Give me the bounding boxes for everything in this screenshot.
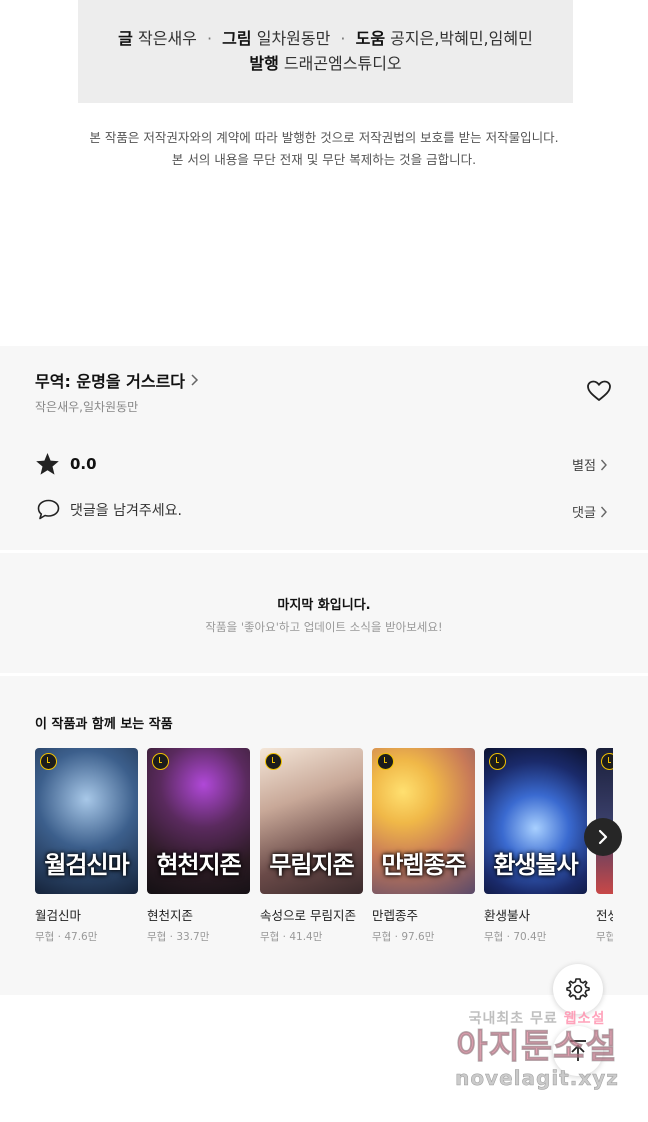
chevron-right-icon bbox=[600, 459, 607, 470]
rec-title: 만렙종주 bbox=[372, 908, 419, 923]
separator: · bbox=[206, 29, 213, 48]
cover-image[interactable]: 현천지존 bbox=[147, 748, 250, 894]
chevron-right-icon bbox=[600, 506, 607, 517]
rec-genre: 무협 bbox=[147, 931, 167, 943]
comment-link-label: 댓글 bbox=[572, 506, 596, 521]
rec-meta: 무협 bbox=[596, 929, 613, 944]
watermark-line-1-b: 웹소설 bbox=[563, 1011, 606, 1027]
work-info-section: 무역: 운명을 거스르다 작은새우,일차원동만 0.0 별점 댓글을 남겨주세요… bbox=[0, 346, 648, 550]
rec-views: 33.7만 bbox=[176, 931, 210, 943]
clock-badge-icon bbox=[377, 753, 394, 770]
comment-row[interactable]: 댓글을 남겨주세요. bbox=[36, 498, 182, 521]
rating-row: 0.0 bbox=[35, 452, 97, 476]
rec-views: 97.6만 bbox=[401, 931, 435, 943]
cover-image[interactable]: 만렙종주 bbox=[372, 748, 475, 894]
rec-title: 현천지존 bbox=[147, 908, 194, 923]
gear-icon bbox=[566, 978, 590, 1000]
rec-title: 속성으로 무림지존 bbox=[260, 908, 356, 923]
assistants: 공지은,박혜민,임혜민 bbox=[390, 29, 533, 48]
art-label: 그림 bbox=[222, 29, 252, 48]
rec-title: 월검신마 bbox=[35, 908, 82, 923]
rec-views: 41.4만 bbox=[289, 931, 323, 943]
assist-label: 도움 bbox=[355, 29, 386, 48]
cover-title: 현천지존 bbox=[156, 850, 241, 879]
rec-title: 전생 bbox=[596, 908, 613, 923]
work-authors: 작은새우,일차원동만 bbox=[35, 400, 139, 414]
rec-title: 환생불사 bbox=[484, 908, 531, 923]
rec-meta: 무협 · 70.4만 bbox=[484, 931, 547, 943]
comment-link[interactable]: 댓글 bbox=[572, 502, 608, 521]
cover-title: 환생불사 bbox=[493, 850, 578, 879]
arrow-up-icon bbox=[570, 1040, 586, 1061]
story-author: 작은새우 bbox=[138, 29, 197, 48]
credits-box: 글 작은새우 · 그림 일차원동만 · 도움 공지은,박혜민,임혜민 발행 드래… bbox=[78, 0, 573, 103]
cover-title: 월검신마 bbox=[44, 850, 129, 879]
clock-badge-icon bbox=[489, 753, 506, 770]
comment-prompt: 댓글을 남겨주세요. bbox=[70, 502, 182, 519]
settings-button[interactable] bbox=[553, 964, 603, 1014]
chevron-right-icon bbox=[191, 374, 199, 386]
copyright-line-2: 본 서의 내용을 무단 전재 및 무단 복제하는 것을 금합니다. bbox=[171, 152, 477, 167]
rec-meta: 무협 · 47.6만 bbox=[35, 931, 98, 943]
clock-badge-icon bbox=[40, 753, 57, 770]
rec-views: 47.6만 bbox=[64, 931, 98, 943]
publisher: 드래곤엠스튜디오 bbox=[283, 54, 402, 73]
separator: · bbox=[340, 29, 346, 48]
watermark-line-1-a: 국내최초 무료 bbox=[468, 1011, 558, 1027]
watermark-line-1: 국내최초 무료 웹소설 bbox=[447, 1008, 627, 1028]
rec-meta: 무협 · 97.6만 bbox=[372, 931, 435, 943]
last-episode-heading: 마지막 화입니다. bbox=[277, 598, 371, 613]
rating-link[interactable]: 별점 bbox=[572, 455, 608, 474]
credits-line-1: 글 작은새우 · 그림 일차원동만 · 도움 공지은,박혜민,임혜민 bbox=[78, 25, 573, 49]
recommendations-heading: 이 작품과 함께 보는 작품 bbox=[35, 717, 173, 732]
rating-link-label: 별점 bbox=[572, 459, 596, 474]
rec-genre: 무협 bbox=[260, 931, 280, 943]
carousel-next-button[interactable] bbox=[584, 818, 622, 856]
rec-card[interactable]: 월검신마 월검신마 무협 · 47.6만 bbox=[35, 748, 138, 944]
rec-card[interactable]: 만렙종주 만렙종주 무협 · 97.6만 bbox=[372, 748, 475, 944]
clock-badge-icon bbox=[265, 753, 282, 770]
rec-card[interactable]: 현천지존 현천지존 무협 · 33.7만 bbox=[147, 748, 250, 944]
watermark-line-3: novelagit.xyz bbox=[455, 1066, 619, 1091]
chevron-right-icon bbox=[598, 829, 608, 845]
copyright-notice: 본 작품은 저작권자와의 계약에 따라 발행한 것으로 저작권법의 보호를 받는… bbox=[0, 127, 648, 171]
story-label: 글 bbox=[118, 29, 133, 48]
rec-card[interactable]: 무림지존 속성으로 무림지존 무협 · 41.4만 bbox=[260, 748, 363, 944]
rec-card[interactable]: 환생불사 환생불사 무협 · 70.4만 bbox=[484, 748, 587, 944]
page: 글 작은새우 · 그림 일차원동만 · 도움 공지은,박혜민,임혜민 발행 드래… bbox=[0, 0, 648, 1122]
rec-genre: 무협 bbox=[484, 931, 504, 943]
cover-title: 만렙종주 bbox=[381, 850, 466, 879]
rec-meta: 무협 · 33.7만 bbox=[147, 931, 210, 943]
cover-image[interactable]: 환생불사 bbox=[484, 748, 587, 894]
rating-value: 0.0 bbox=[70, 455, 97, 473]
work-title: 무역: 운명을 거스르다 bbox=[35, 372, 186, 391]
publisher-label: 발행 bbox=[249, 54, 279, 73]
rec-meta: 무협 · 41.4만 bbox=[260, 931, 323, 943]
recommendations-carousel: 월검신마 월검신마 무협 · 47.6만 현천지존 현천지존 무협 · 33.7… bbox=[35, 748, 613, 988]
last-episode-subtext: 작품을 '좋아요'하고 업데이트 소식을 받아보세요! bbox=[205, 620, 443, 634]
cover-image[interactable]: 월검신마 bbox=[35, 748, 138, 894]
heart-icon[interactable] bbox=[586, 379, 612, 403]
rec-genre: 무협 bbox=[372, 931, 392, 943]
work-title-link[interactable]: 무역: 운명을 거스르다 bbox=[35, 368, 200, 392]
copyright-line-1: 본 작품은 저작권자와의 계약에 따라 발행한 것으로 저작권법의 보호를 받는… bbox=[89, 130, 559, 145]
rec-views: 70.4만 bbox=[513, 931, 547, 943]
clock-badge-icon bbox=[601, 753, 613, 770]
art-author: 일차원동만 bbox=[256, 29, 331, 48]
scroll-top-button[interactable] bbox=[553, 1026, 603, 1076]
rec-genre: 무협 bbox=[35, 931, 55, 943]
cover-image[interactable]: 무림지존 bbox=[260, 748, 363, 894]
recommendations-section: 이 작품과 함께 보는 작품 월검신마 월검신마 무협 · 47.6만 현천지존… bbox=[0, 676, 648, 995]
star-icon bbox=[36, 453, 59, 475]
credits-line-2: 발행 드래곤엠스튜디오 bbox=[78, 50, 573, 74]
cover-title: 무림지존 bbox=[269, 850, 354, 879]
clock-badge-icon bbox=[152, 753, 169, 770]
rec-genre: 무협 bbox=[596, 931, 613, 943]
speech-bubble-icon bbox=[37, 499, 60, 520]
last-episode-section: 마지막 화입니다. 작품을 '좋아요'하고 업데이트 소식을 받아보세요! bbox=[0, 553, 648, 673]
